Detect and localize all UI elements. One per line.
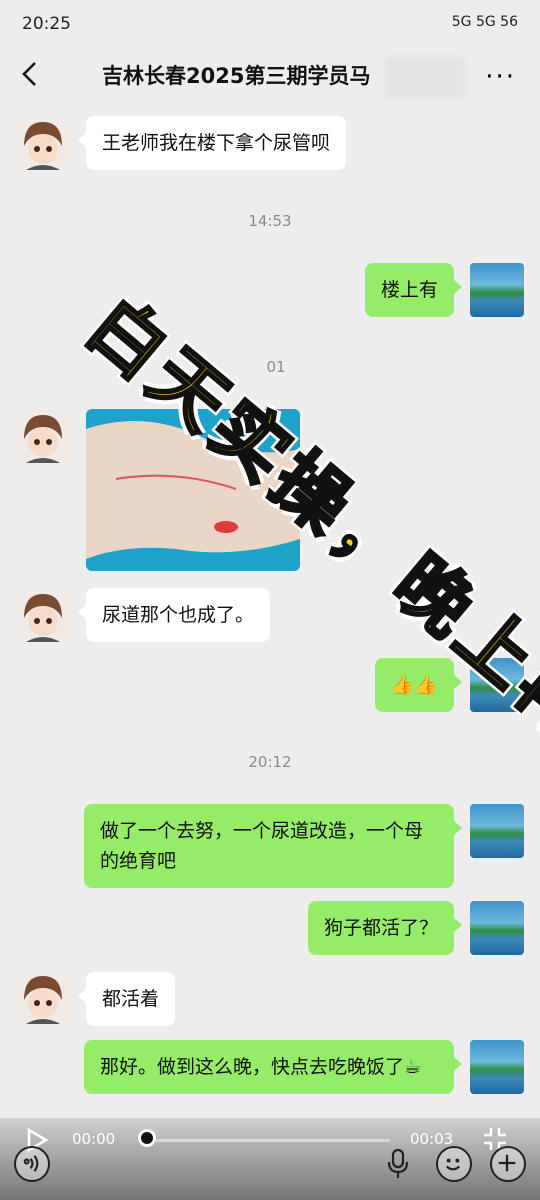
message-timestamp: 01 [266, 358, 286, 376]
plus-icon[interactable] [490, 1146, 526, 1182]
message-bubble[interactable]: 尿道那个也成了。 [77, 588, 271, 642]
chat-input-bar [0, 1140, 540, 1200]
avatar[interactable] [16, 970, 70, 1024]
avatar[interactable] [470, 901, 524, 955]
status-icons: 5G 5G 56 [451, 14, 518, 30]
avatar[interactable] [470, 1040, 524, 1094]
chat-title: 吉林长春2025第三期学员马 [102, 64, 371, 88]
message-timestamp: 20:12 [248, 753, 292, 771]
avatar[interactable] [470, 804, 524, 858]
message-bubble[interactable]: 都活着 [77, 972, 176, 1026]
mic-icon[interactable] [386, 1148, 410, 1180]
avatar[interactable] [16, 588, 70, 642]
message-timestamp: 14:53 [248, 212, 292, 230]
chevron-left-icon[interactable] [18, 60, 42, 88]
message-bubble[interactable]: 王老师我在楼下拿个尿管呗 [77, 116, 347, 170]
message-bubble[interactable]: 楼上有 [364, 263, 463, 317]
photo-message[interactable] [86, 409, 300, 571]
status-bar: 20:25 5G 5G 56 [0, 0, 540, 48]
voice-icon[interactable] [14, 1146, 50, 1182]
message-bubble[interactable]: 那好。做到这么晚，快点去吃晚饭了☕ [84, 1040, 462, 1094]
more-icon[interactable]: ··· [485, 64, 516, 90]
blurred-title-region [385, 56, 465, 98]
status-time: 20:25 [22, 14, 71, 34]
message-bubble[interactable]: 狗子都活了？ [307, 901, 463, 955]
avatar[interactable] [16, 409, 70, 463]
avatar[interactable] [470, 658, 524, 712]
avatar[interactable] [470, 263, 524, 317]
avatar[interactable] [16, 116, 70, 170]
message-bubble[interactable]: 👍👍 [374, 658, 463, 712]
message-bubble[interactable]: 做了一个去努，一个尿道改造，一个母的绝育吧 [84, 804, 462, 888]
emoji-icon[interactable] [436, 1146, 472, 1182]
